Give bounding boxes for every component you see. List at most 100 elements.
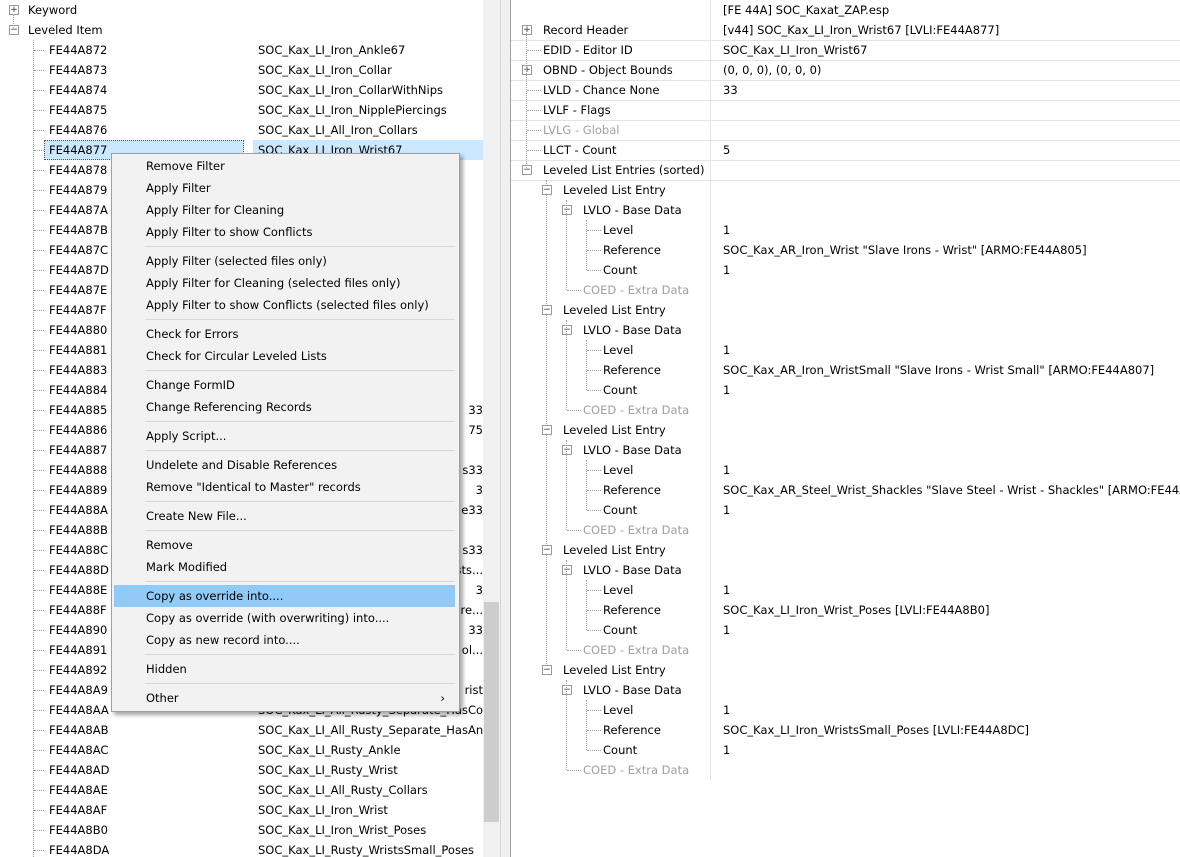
tree-record-row[interactable]: FE44A872 SOC_Kax_LI_Iron_Ankle67 — [0, 40, 483, 60]
menu-item-apply-filter[interactable]: Apply Filter — [114, 177, 455, 199]
collapse-icon[interactable]: − — [542, 185, 552, 195]
collapse-icon[interactable]: − — [542, 425, 552, 435]
collapse-icon[interactable]: − — [562, 325, 572, 335]
record-field-row[interactable]: − Leveled List Entries (sorted) — [511, 160, 1180, 180]
collapse-icon[interactable]: − — [522, 165, 532, 175]
menu-item-apply-filter-for-cleaning[interactable]: Apply Filter for Cleaning — [114, 199, 455, 221]
leveled-list-entry-row[interactable]: − Leveled List Entry — [511, 300, 1180, 320]
collapse-icon[interactable]: − — [562, 445, 572, 455]
count-row[interactable]: Count 1 — [511, 740, 1180, 760]
extra-data-row[interactable]: COED - Extra Data — [511, 280, 1180, 300]
field-label: Count — [603, 383, 638, 397]
collapse-icon[interactable]: − — [562, 685, 572, 695]
menu-item-mark-modified[interactable]: Mark Modified — [114, 556, 455, 578]
menu-item-remove[interactable]: Remove — [114, 534, 455, 556]
reference-row[interactable]: Reference SOC_Kax_AR_Iron_WristSmall "Sla… — [511, 360, 1180, 380]
count-row[interactable]: Count 1 — [511, 380, 1180, 400]
extra-data-row[interactable]: COED - Extra Data — [511, 640, 1180, 660]
menu-item-other[interactable]: Other › — [114, 687, 455, 709]
collapse-icon[interactable]: − — [562, 205, 572, 215]
tree-record-row[interactable]: FE44A8AC SOC_Kax_LI_Rusty_Ankle — [0, 740, 483, 760]
expand-icon[interactable]: + — [522, 25, 532, 35]
leveled-list-entry-row[interactable]: − Leveled List Entry — [511, 660, 1180, 680]
tree-branch — [587, 710, 601, 711]
tree-record-row[interactable]: FE44A874 SOC_Kax_LI_Iron_CollarWithNips — [0, 80, 483, 100]
base-data-row[interactable]: − LVLO - Base Data — [511, 560, 1180, 580]
level-row[interactable]: Level 1 — [511, 220, 1180, 240]
count-row[interactable]: Count 1 — [511, 620, 1180, 640]
level-row[interactable]: Level 1 — [511, 700, 1180, 720]
menu-item-copy-as-override-into[interactable]: Copy as override into.... — [114, 585, 455, 607]
reference-row[interactable]: Reference SOC_Kax_AR_Steel_Wrist_Shackles… — [511, 480, 1180, 500]
tree-group-row[interactable]: + Keyword — [0, 0, 483, 20]
record-field-row[interactable]: + Record Header [v44] SOC_Kax_LI_Iron_Wris… — [511, 20, 1180, 40]
record-field-row[interactable]: LVLF - Flags — [511, 100, 1180, 120]
menu-item-hidden[interactable]: Hidden — [114, 658, 455, 680]
menu-item-apply-filter-selected-files-only[interactable]: Apply Filter (selected files only) — [114, 250, 455, 272]
record-field-row[interactable]: LVLD - Chance None 33 — [511, 80, 1180, 100]
base-data-row[interactable]: − LVLO - Base Data — [511, 200, 1180, 220]
base-data-row[interactable]: − LVLO - Base Data — [511, 440, 1180, 460]
tree-record-row[interactable]: FE44A875 SOC_Kax_LI_Iron_NipplePiercings — [0, 100, 483, 120]
tree-record-row[interactable]: FE44A8DA SOC_Kax_LI_Rusty_WristsSmall_Pos… — [0, 840, 483, 857]
tree-record-row[interactable]: FE44A873 SOC_Kax_LI_Iron_Collar — [0, 60, 483, 80]
tree-record-row[interactable]: FE44A8AE SOC_Kax_LI_All_Rusty_Collars — [0, 780, 483, 800]
extra-data-row[interactable]: COED - Extra Data — [511, 520, 1180, 540]
menu-item-copy-as-new-record-into[interactable]: Copy as new record into.... — [114, 629, 455, 651]
leveled-list-entry-row[interactable]: − Leveled List Entry — [511, 420, 1180, 440]
menu-item-undelete-and-disable-references[interactable]: Undelete and Disable References — [114, 454, 455, 476]
leveled-list-entry-row[interactable]: − Leveled List Entry — [511, 180, 1180, 200]
field-value: SOC_Kax_LI_Iron_Wrist67 — [723, 43, 868, 57]
level-row[interactable]: Level 1 — [511, 580, 1180, 600]
tree-group-row[interactable]: − Leveled Item — [0, 20, 483, 40]
expand-icon[interactable]: + — [522, 65, 532, 75]
menu-item-copy-as-override-with-overwriting-into[interactable]: Copy as override (with overwriting) into… — [114, 607, 455, 629]
menu-item-remove-identical-to-master-records[interactable]: Remove "Identical to Master" records — [114, 476, 455, 498]
menu-item-change-formid[interactable]: Change FormID — [114, 374, 455, 396]
menu-item-remove-filter[interactable]: Remove Filter — [114, 155, 455, 177]
field-label: LVLF - Flags — [543, 103, 611, 117]
record-field-row[interactable]: LLCT - Count 5 — [511, 140, 1180, 160]
collapse-icon[interactable]: − — [9, 25, 19, 35]
field-label: Reference — [603, 243, 661, 257]
menu-item-change-referencing-records[interactable]: Change Referencing Records — [114, 396, 455, 418]
tree-scrollbar-thumb[interactable] — [484, 602, 499, 822]
level-row[interactable]: Level 1 — [511, 340, 1180, 360]
menu-item-apply-script[interactable]: Apply Script... — [114, 425, 455, 447]
tree-record-row[interactable]: FE44A876 SOC_Kax_LI_All_Iron_Collars — [0, 120, 483, 140]
count-row[interactable]: Count 1 — [511, 500, 1180, 520]
level-row[interactable]: Level 1 — [511, 460, 1180, 480]
tree-record-row[interactable]: FE44A8AD SOC_Kax_LI_Rusty_Wrist — [0, 760, 483, 780]
tree-record-row[interactable]: FE44A8AB SOC_Kax_LI_All_Rusty_Separate_Ha… — [0, 720, 483, 740]
menu-item-check-for-circular-leveled-lists[interactable]: Check for Circular Leveled Lists — [114, 345, 455, 367]
reference-row[interactable]: Reference SOC_Kax_LI_Iron_Wrist_Poses [LV… — [511, 600, 1180, 620]
tree-branch — [34, 390, 44, 391]
extra-data-row[interactable]: COED - Extra Data — [511, 760, 1180, 780]
leveled-list-entry-row[interactable]: − Leveled List Entry — [511, 540, 1180, 560]
menu-item-apply-filter-to-show-conflicts-selected-files-only[interactable]: Apply Filter to show Conflicts (selected… — [114, 294, 455, 316]
reference-row[interactable]: Reference SOC_Kax_LI_Iron_WristsSmall_Pos… — [511, 720, 1180, 740]
record-editor-id: SOC_Kax_LI_Iron_NipplePiercings — [258, 103, 447, 117]
menu-item-create-new-file[interactable]: Create New File... — [114, 505, 455, 527]
expand-icon[interactable]: + — [9, 5, 19, 15]
record-field-row[interactable]: LVLG - Global — [511, 120, 1180, 140]
tree-record-row[interactable]: FE44A8B0 SOC_Kax_LI_Iron_Wrist_Poses — [0, 820, 483, 840]
field-label: LLCT - Count — [543, 143, 617, 157]
collapse-icon[interactable]: − — [542, 665, 552, 675]
collapse-icon[interactable]: − — [542, 305, 552, 315]
base-data-row[interactable]: − LVLO - Base Data — [511, 680, 1180, 700]
reference-row[interactable]: Reference SOC_Kax_AR_Iron_Wrist "Slave Ir… — [511, 240, 1180, 260]
menu-item-check-for-errors[interactable]: Check for Errors — [114, 323, 455, 345]
menu-item-apply-filter-for-cleaning-selected-files-only[interactable]: Apply Filter for Cleaning (selected file… — [114, 272, 455, 294]
base-data-row[interactable]: − LVLO - Base Data — [511, 320, 1180, 340]
record-field-row[interactable]: EDID - Editor ID SOC_Kax_LI_Iron_Wrist67 — [511, 40, 1180, 60]
extra-data-row[interactable]: COED - Extra Data — [511, 400, 1180, 420]
field-value: [v44] SOC_Kax_LI_Iron_Wrist67 [LVLI:FE44… — [723, 23, 1000, 37]
tree-record-row[interactable]: FE44A8AF SOC_Kax_LI_Iron_Wrist — [0, 800, 483, 820]
record-field-row[interactable]: + OBND - Object Bounds (0, 0, 0), (0, 0, 0… — [511, 60, 1180, 80]
panel-splitter[interactable] — [500, 0, 511, 857]
count-row[interactable]: Count 1 — [511, 260, 1180, 280]
collapse-icon[interactable]: − — [542, 545, 552, 555]
menu-item-apply-filter-to-show-conflicts[interactable]: Apply Filter to show Conflicts — [114, 221, 455, 243]
collapse-icon[interactable]: − — [562, 565, 572, 575]
